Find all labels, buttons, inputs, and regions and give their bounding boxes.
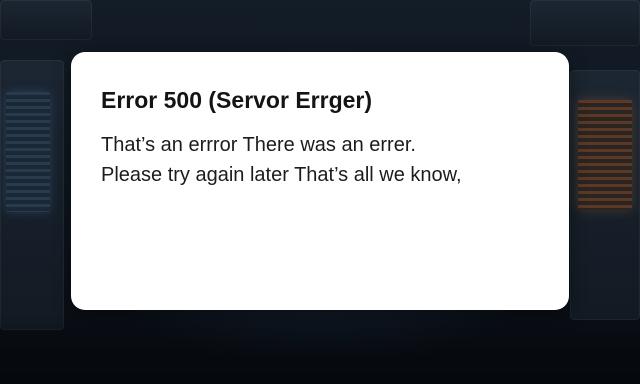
floor xyxy=(0,314,640,384)
error-message-line: That’s an errror There was an errer. xyxy=(101,134,416,156)
monitor-screen xyxy=(6,92,50,212)
server-rack xyxy=(530,0,640,46)
error-message-line: Please try again later That’s all we kno… xyxy=(101,164,462,186)
monitor-screen xyxy=(578,100,632,210)
error-title: Error 500 (Servor Errger) xyxy=(101,87,373,113)
error-dialog: Error 500 (Servor Errger) That’s an errr… xyxy=(71,52,569,310)
error-message: That’s an errror There was an errer. Ple… xyxy=(101,130,539,190)
server-rack xyxy=(0,0,92,40)
